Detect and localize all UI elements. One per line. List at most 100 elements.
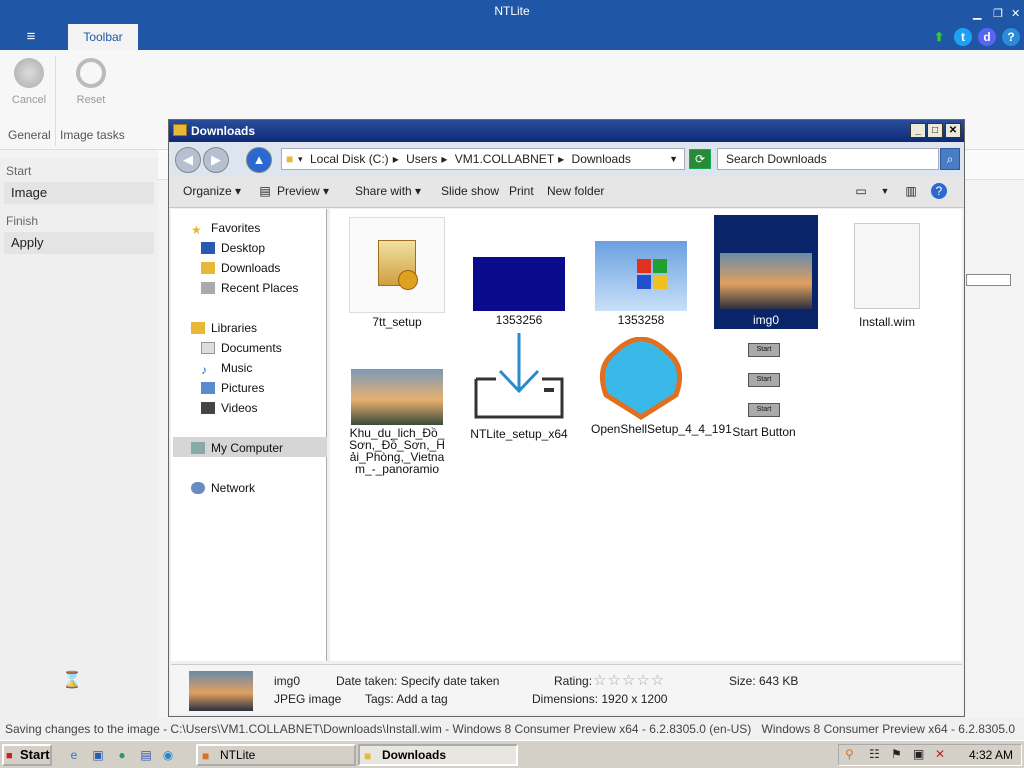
nav-network[interactable]: Network	[191, 479, 255, 497]
close-icon[interactable]: ✕	[945, 123, 961, 138]
nav-music[interactable]: ♪ Music	[201, 359, 252, 377]
minimize-icon[interactable]: _	[910, 123, 926, 138]
desktop-icon	[201, 242, 215, 254]
up-button[interactable]: ▲	[246, 147, 272, 173]
volume-muted-icon[interactable]: ✕	[935, 747, 945, 761]
detail-date-taken[interactable]: Date taken: Specify date taken	[336, 674, 499, 688]
preview-pane-icon[interactable]: ▥	[903, 183, 919, 199]
nav-label: Documents	[221, 341, 282, 355]
installer-icon	[349, 217, 445, 313]
sidebar-item-image[interactable]: Image	[4, 182, 154, 204]
settings-icon[interactable]: ☷	[869, 747, 880, 761]
edge-icon[interactable]: ◉	[160, 747, 176, 763]
slideshow-button[interactable]: Slide show	[441, 184, 499, 198]
taskbar-item-ntlite[interactable]: ■ NTLite	[196, 744, 356, 766]
group-image-tasks: Image tasks	[60, 128, 125, 142]
nav-downloads[interactable]: Downloads	[201, 259, 280, 277]
new-folder-button[interactable]: New folder	[547, 184, 604, 198]
nav-videos[interactable]: Videos	[201, 399, 257, 417]
finish-section: Finish	[6, 214, 39, 228]
explorer-title: Downloads	[191, 124, 256, 138]
nav-label: Videos	[221, 401, 258, 415]
refresh-button[interactable]: ⟳	[689, 149, 711, 169]
breadcrumb-item[interactable]: Downloads	[572, 149, 631, 169]
close-icon[interactable]: ✕	[1011, 3, 1020, 25]
address-bar[interactable]: ■ ▾ Local Disk (C:) ▸ Users ▸ VM1.COLLABNE…	[281, 148, 685, 170]
nav-favorites[interactable]: ★ Favorites	[191, 219, 260, 237]
chevron-down-icon[interactable]: ▼	[877, 183, 893, 199]
input-field[interactable]	[966, 274, 1011, 286]
restore-icon[interactable]: ❐	[993, 3, 1003, 25]
nav-my-computer[interactable]: My Computer	[191, 439, 283, 457]
print-button[interactable]: Print	[509, 184, 534, 198]
nav-desktop[interactable]: Desktop	[201, 239, 265, 257]
clock[interactable]: 4:32 AM	[969, 748, 1013, 762]
reset-button[interactable]: Reset	[64, 58, 118, 106]
file-item[interactable]: Install.wim	[837, 217, 937, 329]
image-thumbnail	[720, 253, 812, 309]
minimize-icon[interactable]: ▁	[973, 3, 981, 25]
tab-toolbar[interactable]: Toolbar	[68, 24, 138, 50]
file-item[interactable]: 1353258	[591, 217, 691, 327]
folder-icon	[173, 124, 187, 136]
ie-icon[interactable]: e	[66, 747, 82, 763]
chevron-down-icon[interactable]: ▼	[669, 149, 678, 169]
breadcrumb-item[interactable]: Users	[406, 149, 437, 169]
detail-filename: img0	[274, 674, 301, 688]
rating-stars[interactable]: ☆☆☆☆☆	[593, 671, 665, 689]
file-item[interactable]: 1353256	[469, 217, 569, 327]
nav-label: Pictures	[221, 381, 265, 395]
maximize-icon[interactable]: □	[927, 123, 943, 138]
flag-icon[interactable]: ⚑	[891, 747, 902, 761]
nav-label: Network	[211, 481, 256, 495]
show-desktop-icon[interactable]: ▣	[90, 747, 106, 763]
twitter-icon[interactable]: t	[954, 28, 972, 46]
search-icon[interactable]: ⚲	[845, 747, 854, 761]
sidebar-item-apply[interactable]: Apply	[4, 232, 154, 254]
breadcrumb-item[interactable]: Local Disk (C:)	[310, 149, 389, 169]
nav-label: Music	[221, 361, 253, 375]
discord-icon[interactable]: d	[978, 28, 996, 46]
taskbar-item-label: NTLite	[220, 748, 256, 762]
search-icon[interactable]: ⌕	[940, 148, 960, 170]
preview-button[interactable]: Preview ▾	[277, 184, 329, 198]
explorer-titlebar: Downloads _ □ ✕	[169, 120, 964, 142]
back-button[interactable]: ◀	[175, 147, 201, 173]
file-item[interactable]: Khu_du_lich_Đồ_Sơn,_Đồ_Sơn,_Hải_Phòng,_V…	[347, 369, 447, 475]
file-item[interactable]: 7tt_setup	[347, 217, 447, 329]
explorer-window: Downloads _ □ ✕ ◀ ▶ ▲ ■ ▾ Local Disk (C:…	[168, 119, 965, 717]
nav-pictures[interactable]: Pictures	[201, 379, 264, 397]
file-item[interactable]: NTLite_setup_x64	[469, 333, 569, 441]
breadcrumb-item[interactable]: VM1.COLLABNET	[455, 149, 554, 169]
nav-documents[interactable]: Documents	[201, 339, 282, 357]
view-icon[interactable]: ▭	[853, 183, 869, 199]
search-input[interactable]: Search Downloads	[717, 148, 939, 170]
organize-label: Organize	[183, 184, 232, 198]
detail-tags[interactable]: Tags: Add a tag	[365, 692, 448, 706]
chevron-down-icon[interactable]: ▾	[298, 149, 303, 169]
explorer-icon[interactable]: ▤	[138, 747, 154, 763]
nav-libraries[interactable]: Libraries	[191, 319, 257, 337]
downloads-folder-icon	[201, 262, 215, 274]
update-icon[interactable]: ⬆	[930, 28, 948, 46]
help-icon[interactable]: ?	[931, 183, 947, 199]
file-item[interactable]: OpenShellSetup_4_4_191	[591, 337, 732, 435]
network-tray-icon[interactable]: ▣	[913, 747, 924, 761]
taskbar-item-downloads[interactable]: ■ Downloads	[358, 744, 518, 766]
status-version: Windows 8 Consumer Preview x64 - 6.2.830…	[761, 722, 1015, 736]
organize-button[interactable]: Organize ▾	[183, 184, 241, 198]
cancel-button[interactable]: Cancel	[2, 58, 56, 106]
forward-button[interactable]: ▶	[203, 147, 229, 173]
nav-recent[interactable]: Recent Places	[201, 279, 298, 297]
start-button[interactable]: ■ Start	[2, 744, 52, 766]
menu-icon[interactable]: ≡	[14, 27, 48, 47]
reset-label: Reset	[76, 94, 106, 106]
media-player-icon[interactable]: ●	[114, 747, 130, 763]
app-titlebar: NTLite ▁ ❐ ✕	[0, 0, 1024, 24]
file-item[interactable]: Start Start Start Start Button	[714, 339, 814, 439]
star-icon: ★	[191, 223, 202, 237]
address-row: ◀ ▶ ▲ ■ ▾ Local Disk (C:) ▸ Users ▸ VM1.CO…	[169, 142, 964, 176]
help-icon[interactable]: ?	[1002, 28, 1020, 46]
file-item-selected[interactable]: img0	[714, 215, 818, 329]
share-button[interactable]: Share with ▾	[355, 184, 421, 198]
